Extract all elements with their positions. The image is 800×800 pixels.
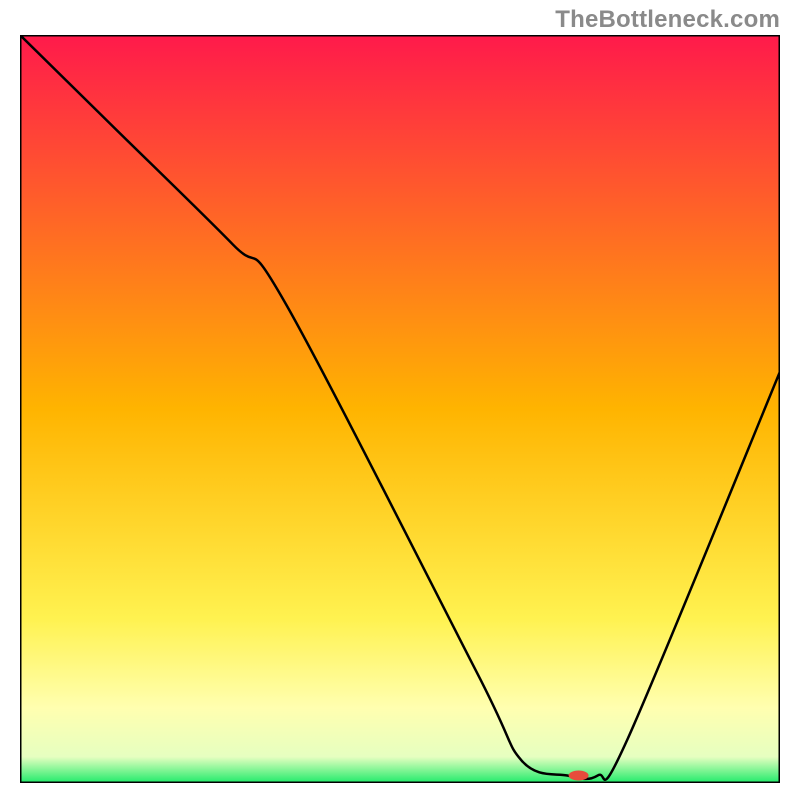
optimal-point-marker [569,771,589,781]
bottleneck-chart [20,35,780,783]
chart-frame: TheBottleneck.com [0,0,800,800]
plot-area [20,35,780,783]
watermark-text: TheBottleneck.com [555,6,780,34]
